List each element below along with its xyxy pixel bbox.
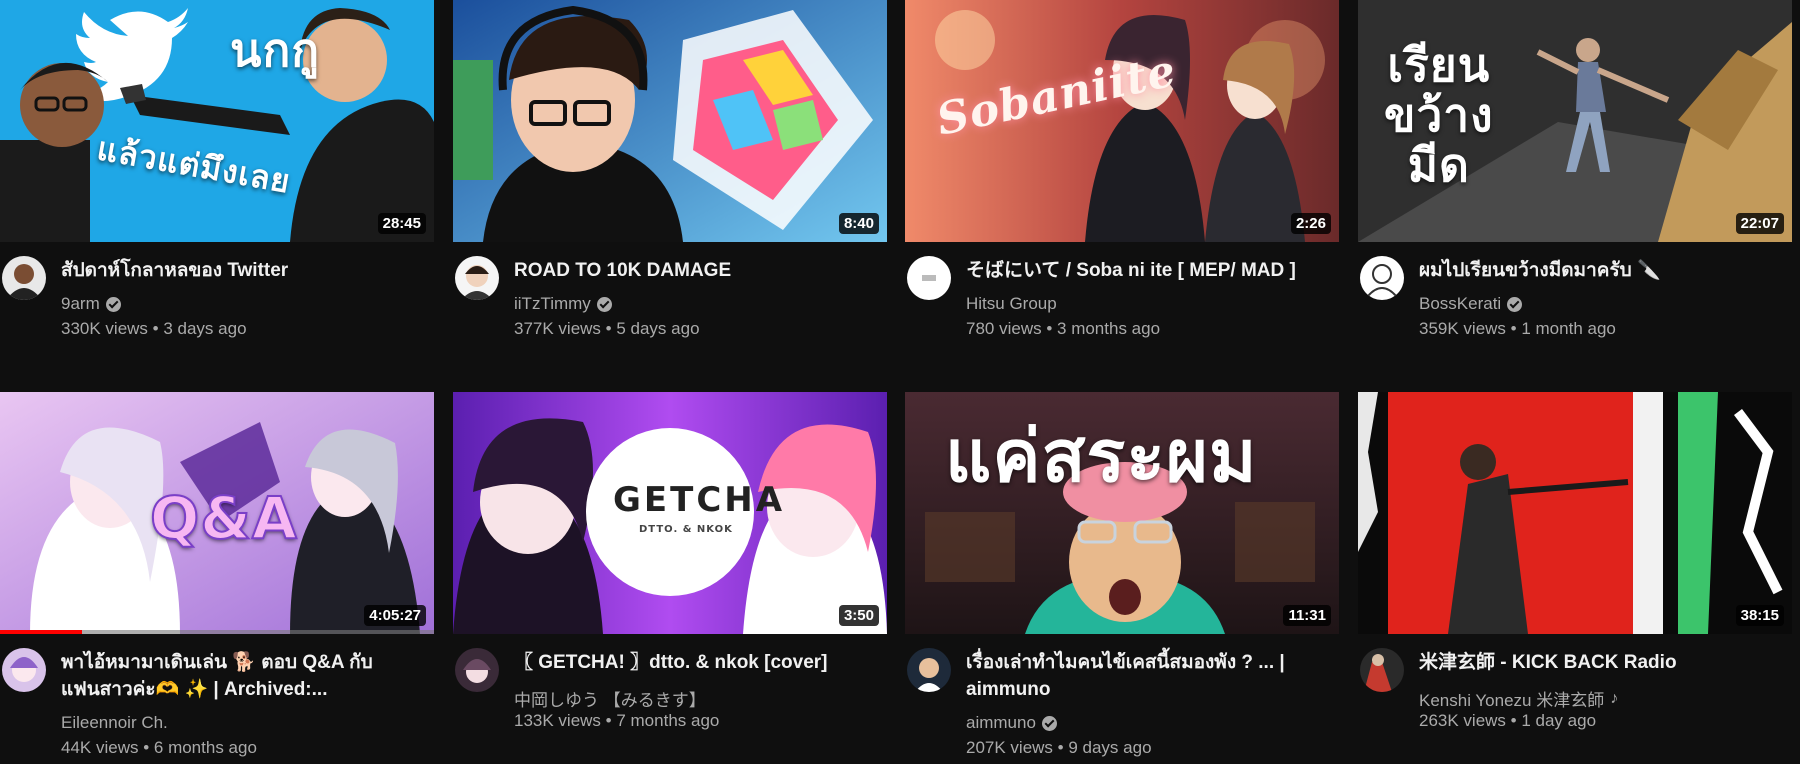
video-duration: 28:45: [377, 213, 426, 234]
channel-label: Kenshi Yonezu 米津玄師: [1419, 691, 1605, 710]
upload-age: 7 months ago: [616, 711, 720, 730]
video-duration: 8:40: [838, 213, 879, 234]
video-stats: 133K views • 7 months ago: [514, 711, 720, 730]
channel-label: BossKerati: [1419, 294, 1502, 313]
upload-age: 5 days ago: [616, 319, 700, 338]
channel-avatar[interactable]: [1360, 256, 1404, 300]
video-card[interactable]: Sobaniite 2:26 そばにいて / Soba ni ite [ MEP…: [905, 0, 1339, 352]
video-card[interactable]: นกกู แล้วแต่มึงเลย 28:45 สัปดาห์โกลาหลขอ…: [0, 0, 434, 352]
verified-check-icon: [1507, 296, 1523, 312]
channel-name[interactable]: aimmuno: [966, 713, 1057, 733]
thumbnail-text: เรียน ขว้าง มีด: [1384, 38, 1494, 192]
video-stats: 44K views • 6 months ago: [61, 738, 257, 757]
video-duration: 11:31: [1283, 605, 1331, 626]
video-thumbnail[interactable]: Sobaniite 2:26: [905, 0, 1339, 242]
video-thumbnail[interactable]: แค่สระผม 11:31: [905, 392, 1339, 634]
video-title[interactable]: เรื่องเล่าทำไมคนไข้เคสนี้สมองพัง ? ... |…: [966, 649, 1325, 703]
view-count: 133K views: [514, 711, 601, 730]
video-card[interactable]: GETCHA DTTO. & NKOK 3:50 〖 GETCHA! 〗dtto…: [453, 392, 887, 744]
channel-label: 中岡しゆう 【みるきす】: [514, 691, 706, 710]
video-thumbnail[interactable]: 8:40: [453, 0, 887, 242]
upload-age: 3 months ago: [1057, 319, 1161, 338]
channel-name[interactable]: Hitsu Group: [966, 294, 1057, 314]
thumbnail-text: GETCHA: [613, 480, 786, 520]
channel-name[interactable]: 中岡しゆう 【みるきす】: [514, 686, 706, 711]
video-card[interactable]: 38:15 米津玄師 - KICK BACK Radio Kenshi Yone…: [1358, 392, 1792, 744]
video-thumbnail[interactable]: นกกู แล้วแต่มึงเลย 28:45: [0, 0, 434, 242]
video-title[interactable]: พาไอ้หมามาเดินเล่น 🐕 ตอบ Q&A กับ แฟนสาวค…: [61, 649, 420, 703]
video-card[interactable]: Q&A 4:05:27 พาไอ้หมามาเดินเล่น 🐕 ตอบ Q&A…: [0, 392, 434, 757]
channel-avatar[interactable]: [2, 256, 46, 300]
video-card[interactable]: แค่สระผม 11:31 เรื่องเล่าทำไมคนไข้เคสนี้…: [905, 392, 1339, 757]
video-card[interactable]: เรียน ขว้าง มีด 22:07 ผมไปเรียนขว้างมีดม…: [1358, 0, 1792, 352]
channel-name[interactable]: Kenshi Yonezu 米津玄師 ♪: [1419, 686, 1618, 711]
channel-avatar[interactable]: [907, 648, 951, 692]
channel-avatar[interactable]: [907, 256, 951, 300]
view-count: 44K views: [61, 738, 139, 757]
channel-name[interactable]: Eileennoir Ch.: [61, 713, 168, 733]
video-duration: 3:50: [838, 605, 879, 626]
video-title[interactable]: สัปดาห์โกลาหลของ Twitter: [61, 257, 420, 284]
view-count: 207K views: [966, 738, 1053, 757]
view-count: 377K views: [514, 319, 601, 338]
video-title[interactable]: 米津玄師 - KICK BACK Radio: [1419, 649, 1778, 676]
channel-label: Hitsu Group: [966, 294, 1057, 313]
upload-age: 1 day ago: [1521, 711, 1597, 730]
video-card[interactable]: 8:40 ROAD TO 10K DAMAGE iiTzTimmy 377K v…: [453, 0, 887, 352]
view-count: 263K views: [1419, 711, 1506, 730]
video-stats: 263K views • 1 day ago: [1419, 711, 1597, 730]
channel-avatar[interactable]: [2, 648, 46, 692]
channel-label: 9arm: [61, 294, 100, 313]
video-thumbnail[interactable]: GETCHA DTTO. & NKOK 3:50: [453, 392, 887, 634]
channel-label: Eileennoir Ch.: [61, 713, 168, 732]
video-duration: 38:15: [1735, 605, 1784, 626]
view-count: 330K views: [61, 319, 148, 338]
thumbnail-text: นกกู: [230, 23, 321, 77]
thumbnail-text: Q&A: [149, 483, 298, 553]
video-duration: 4:05:27: [364, 605, 426, 626]
upload-age: 6 months ago: [153, 738, 257, 757]
video-stats: 377K views • 5 days ago: [514, 319, 700, 338]
video-thumbnail[interactable]: 38:15: [1358, 392, 1792, 634]
video-stats: 359K views • 1 month ago: [1419, 319, 1616, 338]
video-thumbnail[interactable]: เรียน ขว้าง มีด 22:07: [1358, 0, 1792, 242]
music-note-icon: ♪: [1610, 689, 1619, 707]
channel-name[interactable]: 9arm: [61, 294, 121, 314]
video-title[interactable]: そばにいて / Soba ni ite [ MEP/ MAD ]: [966, 257, 1325, 284]
view-count: 780 views: [966, 319, 1042, 338]
video-stats: 330K views • 3 days ago: [61, 319, 247, 338]
channel-avatar[interactable]: [1360, 648, 1404, 692]
video-stats: 207K views • 9 days ago: [966, 738, 1152, 757]
video-duration: 2:26: [1290, 213, 1331, 234]
verified-check-icon: [596, 296, 612, 312]
video-title[interactable]: ROAD TO 10K DAMAGE: [514, 257, 873, 284]
channel-name[interactable]: BossKerati: [1419, 294, 1523, 314]
video-title[interactable]: ผมไปเรียนขว้างมีดมาครับ 🔪: [1419, 257, 1778, 284]
video-stats: 780 views • 3 months ago: [966, 319, 1161, 338]
channel-label: aimmuno: [966, 713, 1036, 732]
channel-name[interactable]: iiTzTimmy: [514, 294, 612, 314]
channel-avatar[interactable]: [455, 648, 499, 692]
video-thumbnail[interactable]: Q&A 4:05:27: [0, 392, 434, 634]
upload-age: 3 days ago: [163, 319, 247, 338]
video-title[interactable]: 〖 GETCHA! 〗dtto. & nkok [cover]: [514, 649, 873, 676]
verified-check-icon: [1041, 715, 1057, 731]
video-duration: 22:07: [1735, 213, 1784, 234]
upload-age: 1 month ago: [1521, 319, 1616, 338]
thumbnail-subtext: DTTO. & NKOK: [639, 524, 733, 535]
upload-age: 9 days ago: [1068, 738, 1152, 757]
channel-label: iiTzTimmy: [514, 294, 591, 313]
verified-check-icon: [105, 296, 121, 312]
view-count: 359K views: [1419, 319, 1506, 338]
thumbnail-text: แค่สระผม: [945, 414, 1258, 498]
channel-avatar[interactable]: [455, 256, 499, 300]
